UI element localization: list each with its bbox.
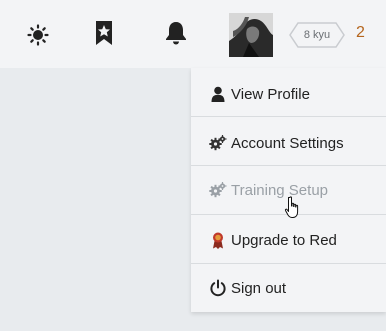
menu-item-label: Sign out (231, 279, 287, 297)
menu-divider (191, 116, 386, 117)
avatar[interactable] (229, 13, 273, 57)
ribbon-icon (209, 231, 227, 249)
bell-icon[interactable] (161, 18, 191, 48)
menu-item-label: Training Setup (231, 181, 329, 199)
menu-item-label: Upgrade to Red (231, 231, 337, 249)
user-icon (209, 85, 227, 103)
gears-icon (209, 181, 227, 199)
menu-item-upgrade-to-red[interactable]: Upgrade to Red (191, 216, 386, 264)
hand-pointer-cursor (283, 196, 303, 220)
rank-badge[interactable]: 8 kyu (289, 22, 345, 48)
gears-icon (209, 134, 227, 152)
menu-item-label: View Profile (231, 85, 310, 103)
menu-item-account-settings[interactable]: Account Settings (191, 119, 386, 167)
menu-item-sign-out[interactable]: Sign out (191, 264, 386, 312)
bookmark-star-icon[interactable] (89, 18, 119, 48)
honor-count[interactable]: 2 (356, 24, 365, 42)
rank-label: 8 kyu (303, 29, 331, 41)
profile-dropdown-menu: View Profile Account Settings Training S… (191, 68, 386, 312)
menu-item-label: Account Settings (231, 134, 344, 152)
power-icon (209, 279, 227, 297)
sun-icon[interactable] (23, 20, 53, 50)
top-navigation-bar: 8 kyu 2 (0, 0, 386, 68)
menu-item-view-profile[interactable]: View Profile (191, 70, 386, 118)
